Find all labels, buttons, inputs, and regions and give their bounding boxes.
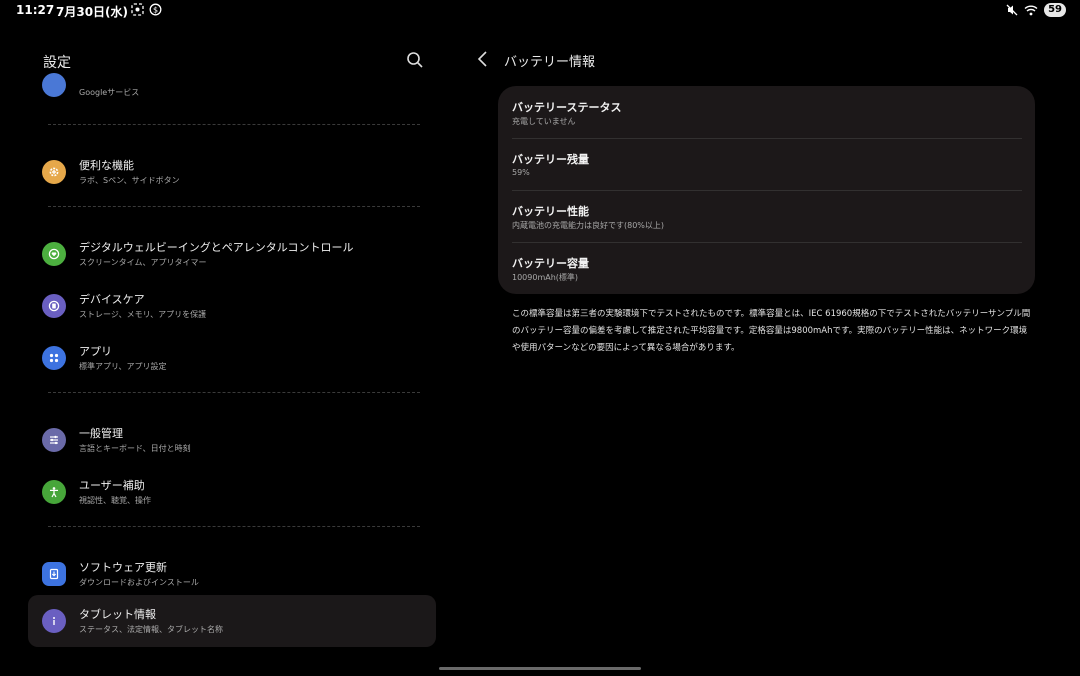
settings-item-advanced-features[interactable]: 便利な機能 ラボ、Sペン、サイドボタン xyxy=(28,146,436,198)
gear-plus-icon xyxy=(42,160,66,184)
item-subtitle: ラボ、Sペン、サイドボタン xyxy=(79,176,180,185)
google-icon[interactable] xyxy=(42,73,66,97)
settings-item-device-care[interactable]: デバイスケア ストレージ、メモリ、アプリを保護 xyxy=(28,280,436,332)
divider xyxy=(48,392,420,393)
row-title: バッテリー容量 xyxy=(512,257,589,270)
divider xyxy=(48,526,420,527)
gesture-home-bar[interactable] xyxy=(439,667,641,670)
page-title: 設定 xyxy=(43,55,71,71)
item-subtitle: 言語とキーボード、日付と時刻 xyxy=(79,444,191,453)
row-title: バッテリーステータス xyxy=(512,101,622,114)
battery-level-row: バッテリー残量 59% xyxy=(512,138,1022,190)
capacity-note: この標準容量は第三者の実験環境下でテストされたものです。標準容量とは、IEC 6… xyxy=(512,309,1031,353)
settings-item-tablet-info[interactable]: タブレット情報 ステータス、法定情報、タブレット名称 xyxy=(28,595,436,647)
svg-text:$: $ xyxy=(153,5,158,14)
item-title: ソフトウェア更新 xyxy=(79,561,167,574)
settings-item-digital-wellbeing[interactable]: デジタルウェルビーイングとペアレンタルコントロール スクリーンタイム、アプリタイ… xyxy=(28,228,436,280)
battery-health-row: バッテリー性能 内蔵電池の充電能力は良好です(80%以上) xyxy=(512,190,1022,242)
item-subtitle: ステータス、法定情報、タブレット名称 xyxy=(79,625,223,634)
settings-item-software-update[interactable]: ソフトウェア更新 ダウンロードおよびインストール xyxy=(28,548,436,600)
accessibility-icon xyxy=(42,480,66,504)
row-value: 10090mAh(標準) xyxy=(512,273,579,282)
status-date: 7月30日(水) xyxy=(56,5,129,19)
row-title: バッテリー性能 xyxy=(512,205,589,218)
item-subtitle: 視認性、聴覚、操作 xyxy=(79,496,151,505)
device-care-icon xyxy=(42,294,66,318)
wifi-icon xyxy=(1024,5,1038,16)
divider xyxy=(48,124,420,125)
item-title: デジタルウェルビーイングとペアレンタルコントロール xyxy=(79,241,354,254)
settings-item-accessibility[interactable]: ユーザー補助 視認性、聴覚、操作 xyxy=(28,466,436,518)
settings-item-general-management[interactable]: 一般管理 言語とキーボード、日付と時刻 xyxy=(28,414,436,466)
row-value: 内蔵電池の充電能力は良好です(80%以上) xyxy=(512,221,665,230)
battery-status-row: バッテリーステータス 充電していません xyxy=(512,86,1022,138)
row-title: バッテリー残量 xyxy=(512,153,589,166)
status-bar: 11:27 7月30日(水) $ 59 xyxy=(0,0,1080,22)
heart-ring-icon xyxy=(42,242,66,266)
settings-list-pane: 設定 Googleサービス 便利な機能 ラボ、Sペン、サイドボタン デジタルウェ… xyxy=(28,40,436,660)
row-value: 充電していません xyxy=(512,117,576,126)
item-title: タブレット情報 xyxy=(79,608,156,621)
item-title: 便利な機能 xyxy=(79,159,134,172)
detail-title: バッテリー情報 xyxy=(504,55,596,70)
apps-grid-icon xyxy=(42,346,66,370)
google-services-subtitle: Googleサービス xyxy=(79,88,140,97)
battery-level-badge: 59 xyxy=(1044,3,1066,17)
item-title: アプリ xyxy=(79,345,112,358)
settings-item-apps[interactable]: アプリ 標準アプリ、アプリ設定 xyxy=(28,332,436,384)
item-title: デバイスケア xyxy=(79,293,145,306)
battery-info-card: バッテリーステータス 充電していません バッテリー残量 59% バッテリー性能 … xyxy=(498,86,1035,294)
status-time: 11:27 xyxy=(16,3,55,17)
item-subtitle: ダウンロードおよびインストール xyxy=(79,578,199,587)
item-subtitle: スクリーンタイム、アプリタイマー xyxy=(79,258,207,267)
item-subtitle: 標準アプリ、アプリ設定 xyxy=(79,362,167,371)
data-saver-icon: $ xyxy=(149,3,162,16)
sliders-icon xyxy=(42,428,66,452)
back-arrow-icon[interactable] xyxy=(476,50,490,68)
info-icon xyxy=(42,609,66,633)
screenshot-icon xyxy=(131,3,144,16)
item-title: ユーザー補助 xyxy=(79,479,145,492)
item-subtitle: ストレージ、メモリ、アプリを保護 xyxy=(79,310,207,319)
item-title: 一般管理 xyxy=(79,427,123,440)
search-icon[interactable] xyxy=(406,51,424,69)
mute-icon xyxy=(1006,4,1018,16)
divider xyxy=(48,206,420,207)
status-system-icons: 59 xyxy=(1006,3,1066,17)
update-icon xyxy=(42,562,66,586)
row-value: 59% xyxy=(512,168,530,177)
status-notification-icons: $ xyxy=(131,3,162,16)
battery-capacity-row: バッテリー容量 10090mAh(標準) xyxy=(512,242,1022,294)
